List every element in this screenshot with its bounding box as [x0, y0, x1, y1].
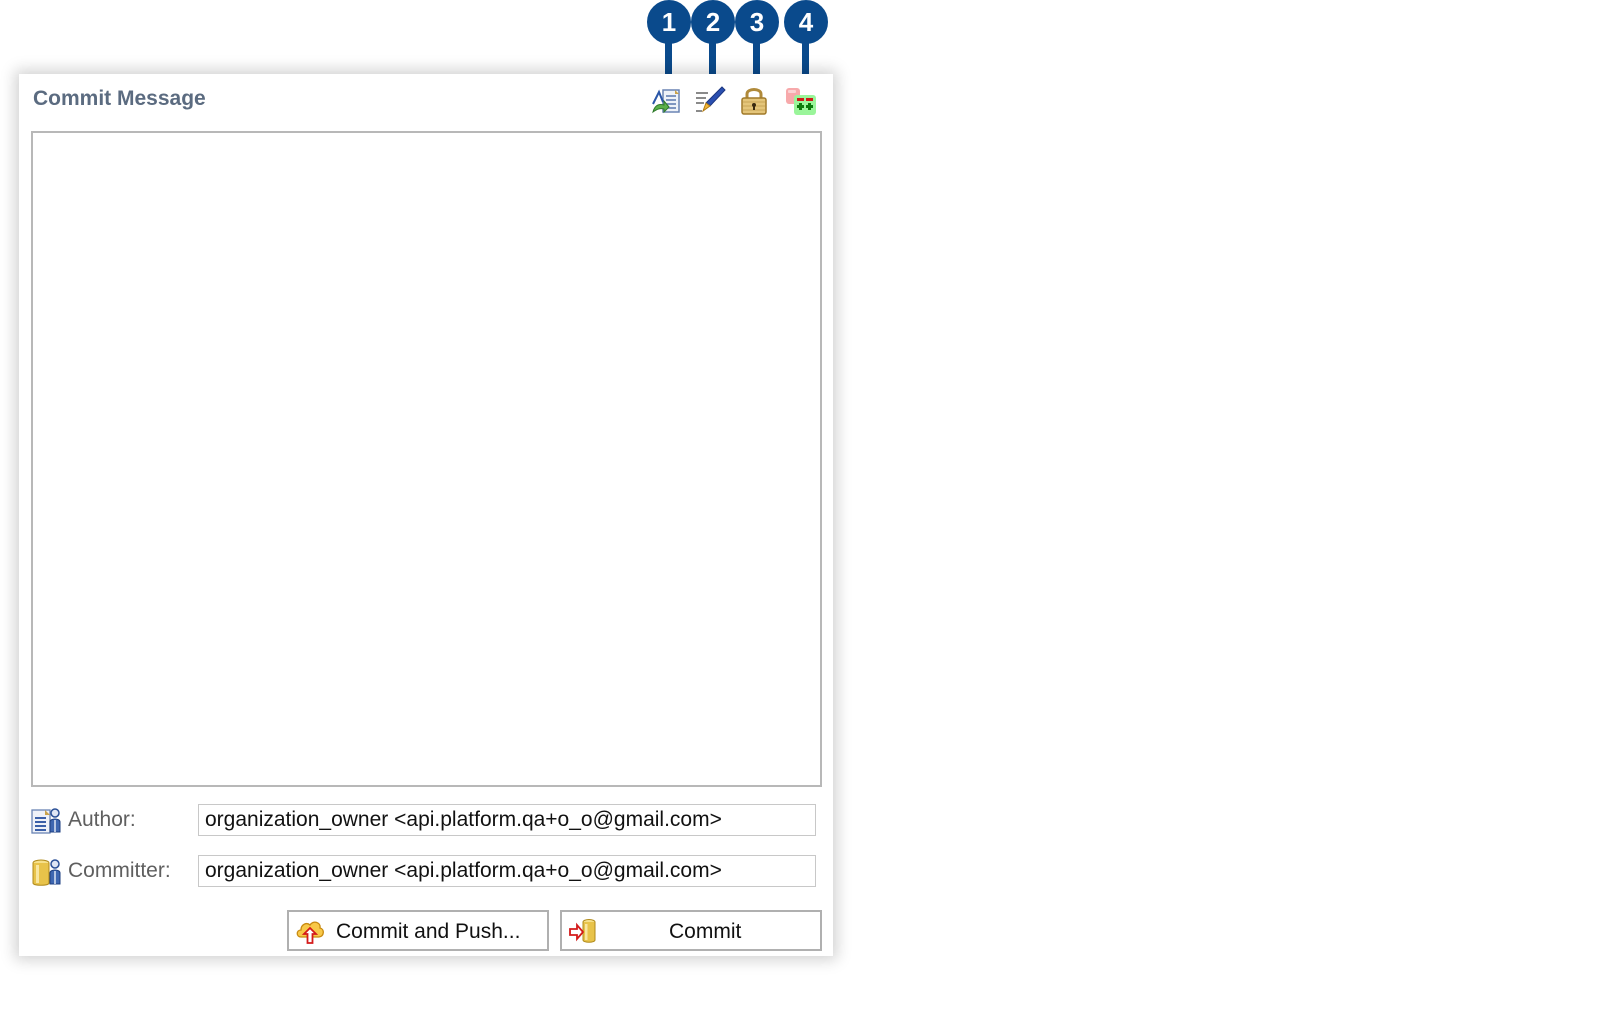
commit-message-panel: Commit Message Author: organization_owne… [19, 74, 833, 956]
pen-edit-icon [696, 86, 726, 113]
committer-label: Committer: [68, 859, 171, 882]
amend-commit-button[interactable] [785, 84, 817, 116]
commit-and-push-button[interactable]: Commit and Push... [287, 910, 549, 951]
author-label: Author: [68, 808, 136, 831]
author-input[interactable] [198, 804, 816, 836]
committer-icon [31, 857, 61, 887]
committer-row: Committer: [29, 855, 829, 891]
panel-title: Commit Message [33, 87, 206, 110]
document-arrow-icon [652, 89, 680, 114]
commit-message-input[interactable] [31, 131, 822, 787]
author-row: Author: [29, 804, 829, 840]
sign-commit-button[interactable] [738, 84, 770, 116]
commit-and-push-label: Commit and Push... [336, 920, 521, 943]
compute-change-id-button[interactable] [694, 84, 726, 116]
commit-icon [569, 917, 597, 945]
cloud-upload-icon [296, 917, 324, 945]
add-signed-off-by-button[interactable] [650, 84, 682, 116]
add-changes-icon [786, 88, 816, 115]
author-icon [31, 806, 61, 836]
lock-icon [741, 88, 767, 115]
commit-button[interactable]: Commit [560, 910, 822, 951]
commit-label: Commit [669, 920, 742, 943]
committer-input[interactable] [198, 855, 816, 887]
